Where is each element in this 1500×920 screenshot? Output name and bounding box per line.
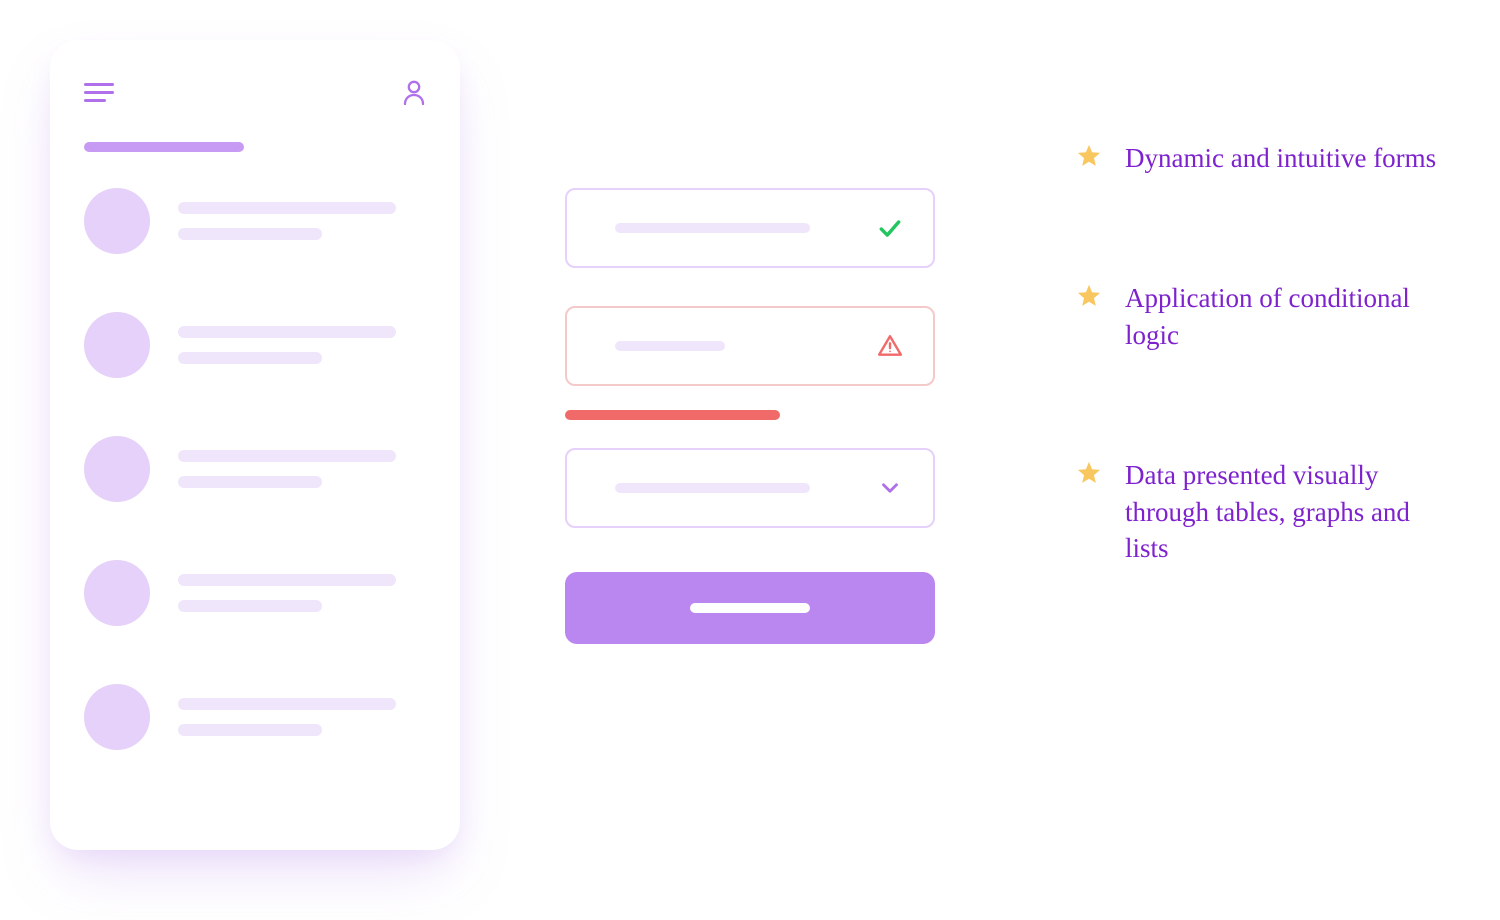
- error-field[interactable]: [565, 306, 935, 386]
- list-item: [84, 188, 426, 254]
- feature-text: Dynamic and intuitive forms: [1125, 140, 1436, 176]
- valid-field[interactable]: [565, 188, 935, 268]
- feature-bullet: Dynamic and intuitive forms: [1075, 140, 1455, 176]
- feature-text: Data presented visually through tables, …: [1125, 457, 1455, 566]
- error-message-placeholder: [565, 410, 780, 420]
- list-item: [84, 312, 426, 378]
- chevron-down-icon: [877, 475, 903, 501]
- select-field[interactable]: [565, 448, 935, 528]
- star-icon: [1075, 142, 1103, 170]
- star-icon: [1075, 459, 1103, 487]
- submit-button[interactable]: [565, 572, 935, 644]
- check-icon: [877, 215, 903, 241]
- feature-bullets: Dynamic and intuitive forms Application …: [1075, 140, 1455, 567]
- hamburger-icon[interactable]: [84, 83, 114, 102]
- feature-bullet: Application of conditional logic: [1075, 280, 1455, 353]
- mockup-header: [84, 80, 426, 104]
- star-icon: [1075, 282, 1103, 310]
- avatar: [84, 560, 150, 626]
- input-placeholder: [615, 483, 810, 493]
- avatar: [84, 188, 150, 254]
- avatar: [84, 436, 150, 502]
- feature-text: Application of conditional logic: [1125, 280, 1455, 353]
- list-item: [84, 560, 426, 626]
- form-mockup: [565, 188, 935, 644]
- submit-label-placeholder: [690, 603, 810, 613]
- input-placeholder: [615, 341, 725, 351]
- list-item: [84, 684, 426, 750]
- feature-bullet: Data presented visually through tables, …: [1075, 457, 1455, 566]
- avatar: [84, 684, 150, 750]
- avatar: [84, 312, 150, 378]
- mockup-title-placeholder: [84, 142, 244, 152]
- list-screen-mockup: [50, 40, 460, 850]
- input-placeholder: [615, 223, 810, 233]
- mockup-list: [84, 188, 426, 750]
- warning-icon: [877, 333, 903, 359]
- user-icon[interactable]: [402, 79, 426, 105]
- list-item: [84, 436, 426, 502]
